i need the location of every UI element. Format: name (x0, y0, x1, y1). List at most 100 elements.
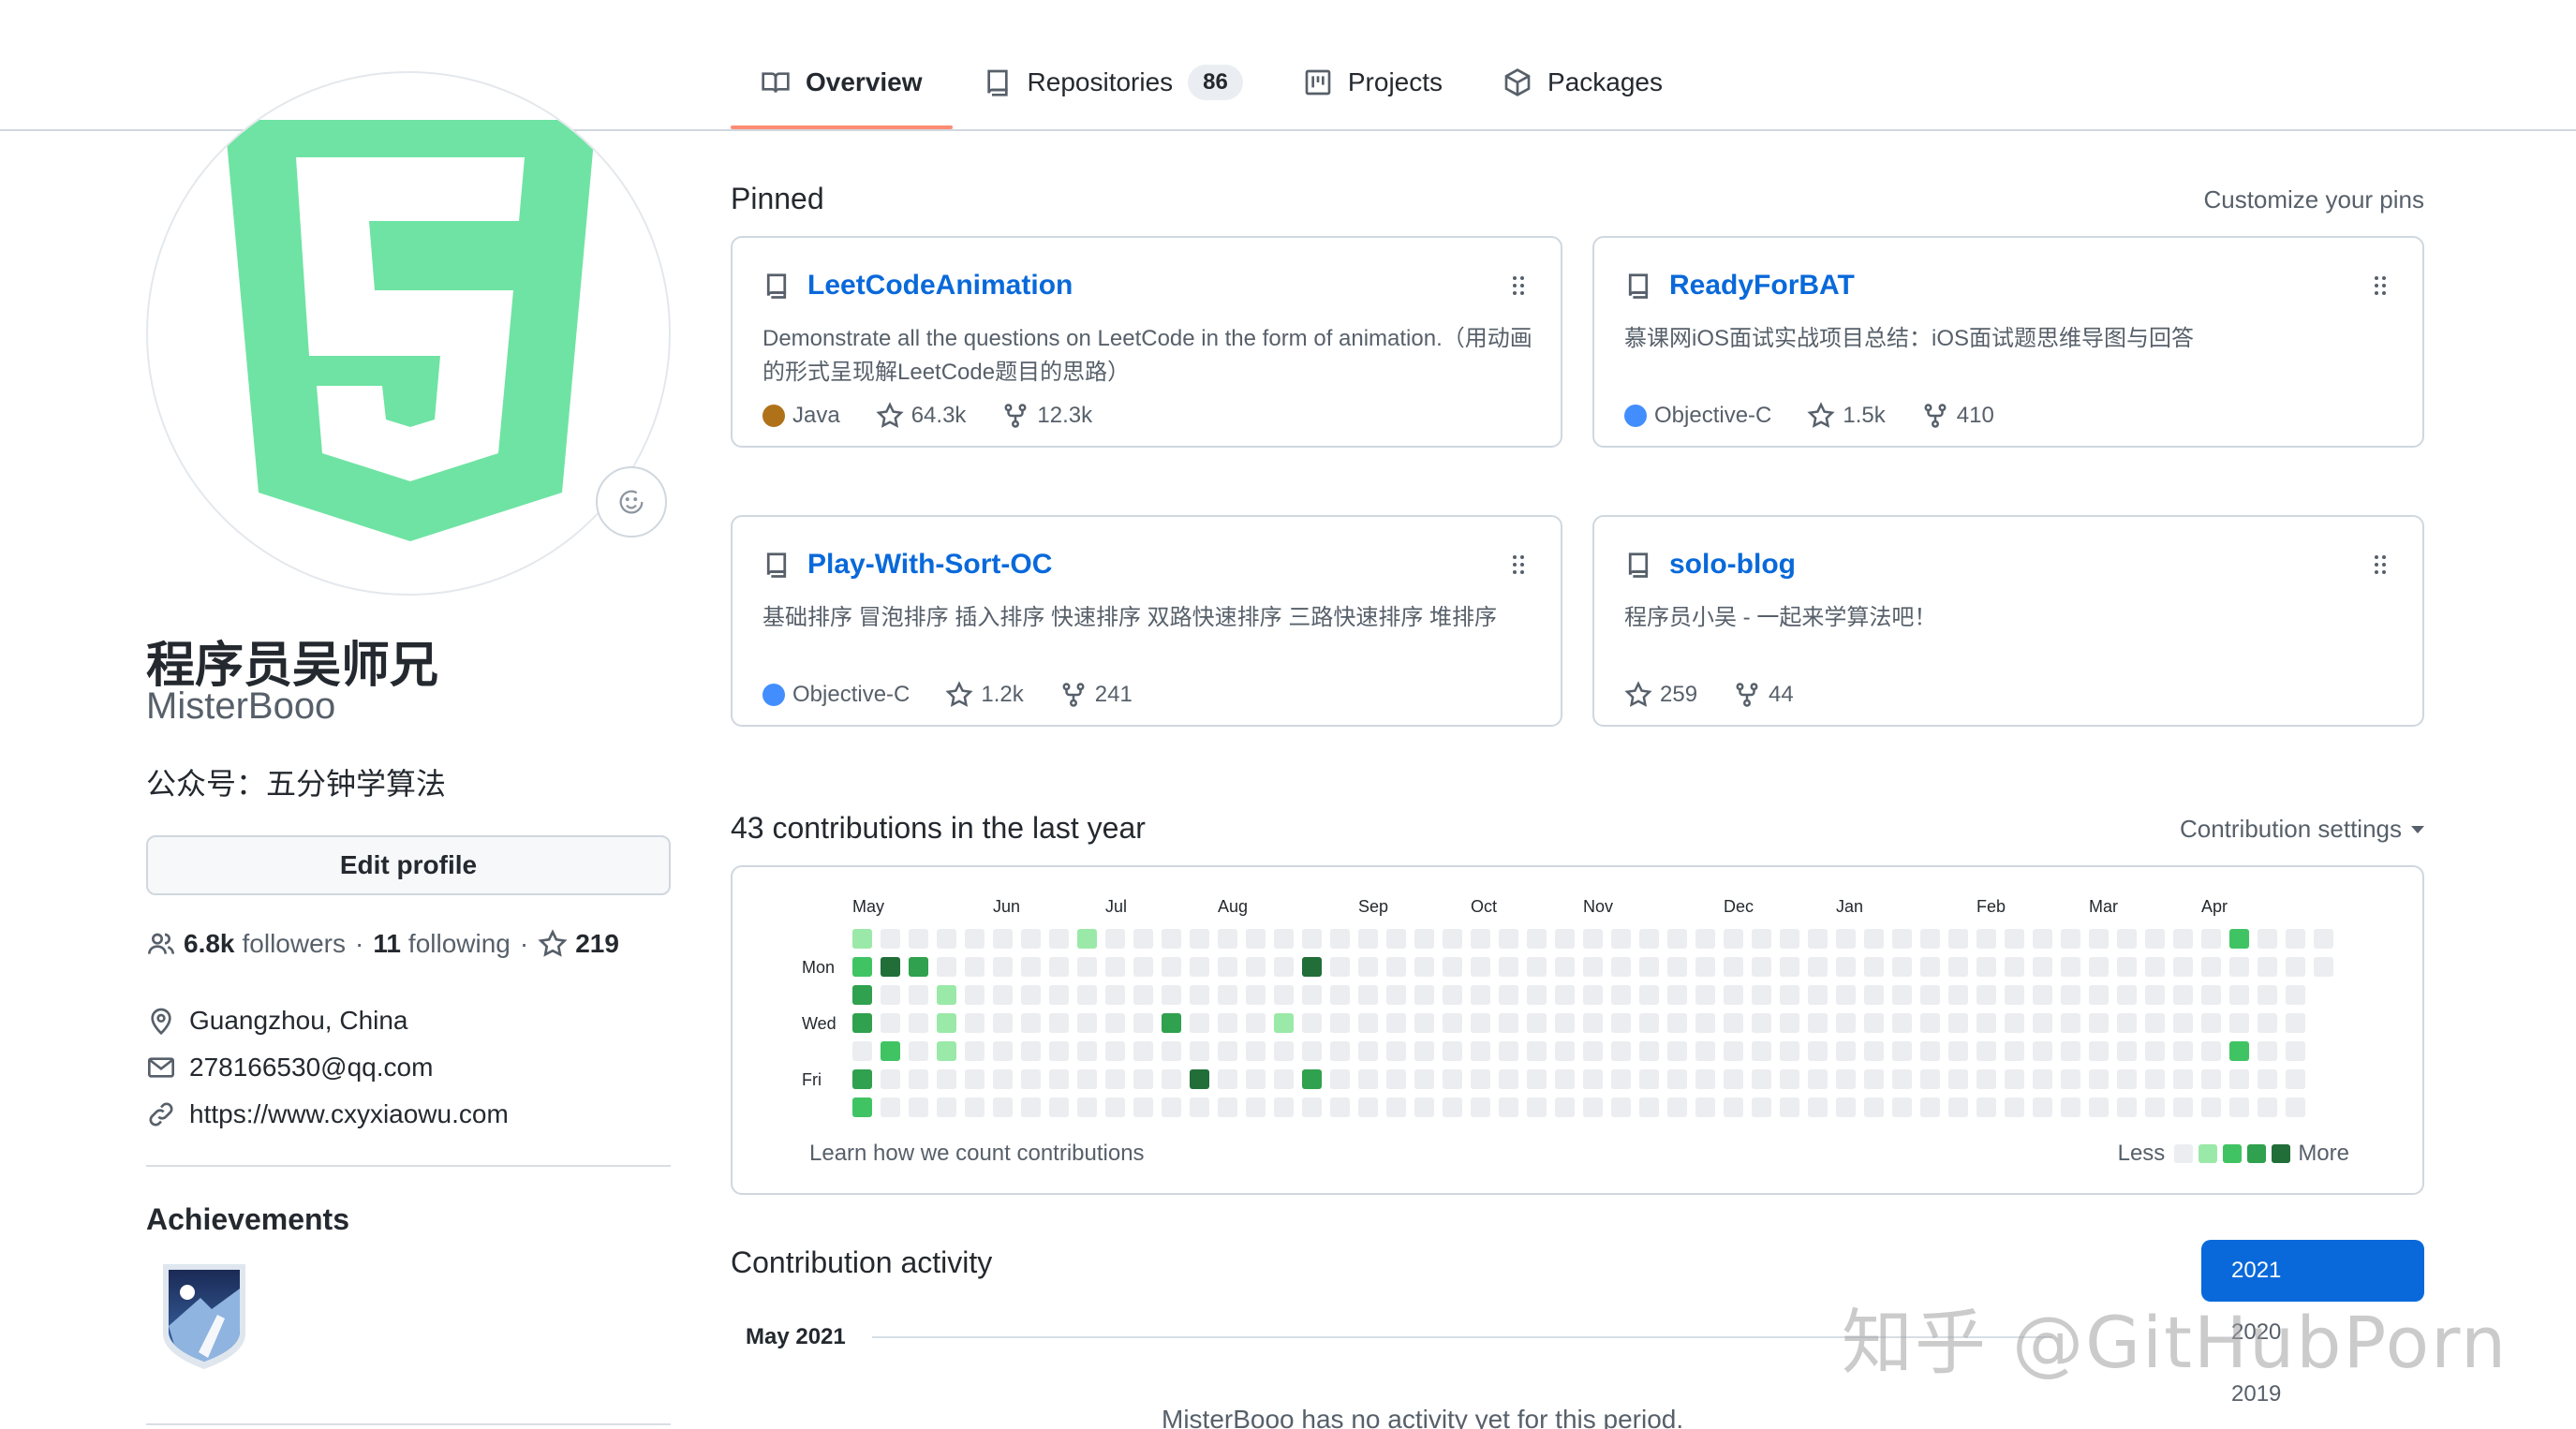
contribution-day-cell[interactable] (1892, 1041, 1912, 1061)
contribution-day-cell[interactable] (1049, 1041, 1069, 1061)
contribution-day-cell[interactable] (2145, 1041, 2165, 1061)
contribution-day-cell[interactable] (1527, 929, 1547, 949)
contribution-day-cell[interactable] (1049, 1098, 1069, 1117)
followers-label[interactable]: followers (243, 929, 346, 959)
contribution-day-cell[interactable] (852, 957, 872, 977)
contribution-day-cell[interactable] (1330, 929, 1350, 949)
repo-stars-link[interactable]: 1.5k (1807, 402, 1886, 430)
contribution-day-cell[interactable] (965, 1098, 985, 1117)
contribution-day-cell[interactable] (1836, 929, 1856, 949)
contribution-day-cell[interactable] (1414, 1098, 1434, 1117)
contribution-day-cell[interactable] (1948, 1069, 1968, 1089)
contribution-day-cell[interactable] (909, 957, 928, 977)
contribution-day-cell[interactable] (2229, 1041, 2249, 1061)
contribution-day-cell[interactable] (909, 1013, 928, 1033)
stars-count[interactable]: 219 (575, 929, 619, 959)
contribution-day-cell[interactable] (1527, 985, 1547, 1005)
contribution-day-cell[interactable] (1386, 985, 1406, 1005)
followers-count[interactable]: 6.8k (184, 929, 235, 959)
contribution-day-cell[interactable] (1752, 957, 1771, 977)
contribution-day-cell[interactable] (1892, 929, 1912, 949)
contribution-day-cell[interactable] (2061, 1041, 2080, 1061)
contribution-day-cell[interactable] (1499, 1013, 1518, 1033)
contribution-day-cell[interactable] (1976, 957, 1996, 977)
contribution-day-cell[interactable] (1583, 1013, 1603, 1033)
contribution-day-cell[interactable] (1162, 985, 1181, 1005)
contribution-day-cell[interactable] (1836, 985, 1856, 1005)
contribution-day-cell[interactable] (2061, 985, 2080, 1005)
contribution-day-cell[interactable] (2201, 1013, 2221, 1033)
contribution-day-cell[interactable] (2173, 929, 2193, 949)
drag-handle-icon[interactable] (1512, 275, 1525, 296)
contribution-day-cell[interactable] (1471, 1013, 1490, 1033)
contribution-day-cell[interactable] (1471, 957, 1490, 977)
contribution-day-cell[interactable] (1274, 985, 1294, 1005)
contribution-day-cell[interactable] (1162, 1098, 1181, 1117)
contribution-day-cell[interactable] (2005, 929, 2024, 949)
contribution-day-cell[interactable] (1133, 985, 1153, 1005)
contribution-day-cell[interactable] (1358, 985, 1378, 1005)
repo-forks-link[interactable]: 241 (1059, 681, 1133, 709)
contribution-day-cell[interactable] (1724, 957, 1743, 977)
contribution-day-cell[interactable] (1499, 957, 1518, 977)
contribution-day-cell[interactable] (1667, 957, 1687, 977)
contribution-day-cell[interactable] (1667, 1069, 1687, 1089)
contribution-day-cell[interactable] (2314, 957, 2333, 977)
contribution-day-cell[interactable] (1752, 929, 1771, 949)
contribution-day-cell[interactable] (1021, 1041, 1041, 1061)
contribution-day-cell[interactable] (1246, 957, 1266, 977)
contribution-day-cell[interactable] (1892, 1013, 1912, 1033)
contribution-day-cell[interactable] (1836, 1098, 1856, 1117)
contribution-day-cell[interactable] (1414, 929, 1434, 949)
contribution-day-cell[interactable] (1976, 929, 1996, 949)
contribution-day-cell[interactable] (1330, 1041, 1350, 1061)
year-link-2020[interactable]: 2020 (2201, 1302, 2424, 1363)
contribution-day-cell[interactable] (852, 929, 872, 949)
tab-overview[interactable]: Overview (731, 47, 953, 129)
contribution-settings-dropdown[interactable]: Contribution settings (2180, 815, 2424, 844)
tab-packages[interactable]: Packages (1473, 47, 1693, 118)
contribution-day-cell[interactable] (1752, 1098, 1771, 1117)
arctic-vault-badge-icon[interactable] (155, 1260, 253, 1373)
contribution-day-cell[interactable] (909, 1041, 928, 1061)
repo-stars-link[interactable]: 259 (1624, 681, 1697, 709)
contribution-day-cell[interactable] (1639, 1041, 1659, 1061)
drag-handle-icon[interactable] (1512, 554, 1525, 575)
tab-projects[interactable]: Projects (1273, 47, 1473, 118)
contribution-day-cell[interactable] (1752, 1013, 1771, 1033)
following-count[interactable]: 11 (373, 929, 401, 959)
contribution-day-cell[interactable] (2089, 1041, 2109, 1061)
contribution-day-cell[interactable] (1611, 1041, 1631, 1061)
contribution-day-cell[interactable] (1780, 1041, 1799, 1061)
contribution-day-cell[interactable] (1976, 1098, 1996, 1117)
contribution-day-cell[interactable] (993, 929, 1013, 949)
contribution-day-cell[interactable] (1218, 929, 1237, 949)
repo-forks-link[interactable]: 12.3k (1001, 402, 1092, 430)
contribution-day-cell[interactable] (1948, 1098, 1968, 1117)
contribution-day-cell[interactable] (2173, 1041, 2193, 1061)
contribution-day-cell[interactable] (2033, 1013, 2052, 1033)
contribution-day-cell[interactable] (2089, 1069, 2109, 1089)
contribution-day-cell[interactable] (1752, 1041, 1771, 1061)
contribution-day-cell[interactable] (1105, 929, 1125, 949)
contribution-day-cell[interactable] (965, 985, 985, 1005)
contribution-day-cell[interactable] (2229, 985, 2249, 1005)
contribution-day-cell[interactable] (2201, 1069, 2221, 1089)
contribution-day-cell[interactable] (1302, 1013, 1322, 1033)
contribution-day-cell[interactable] (1162, 1013, 1181, 1033)
contribution-day-cell[interactable] (1162, 957, 1181, 977)
contribution-day-cell[interactable] (1724, 1069, 1743, 1089)
contribution-day-cell[interactable] (1527, 957, 1547, 977)
contribution-day-cell[interactable] (852, 1098, 872, 1117)
contribution-day-cell[interactable] (1302, 1098, 1322, 1117)
contribution-day-cell[interactable] (1105, 1069, 1125, 1089)
contribution-day-cell[interactable] (1246, 985, 1266, 1005)
contribution-day-cell[interactable] (1330, 1069, 1350, 1089)
contribution-day-cell[interactable] (1752, 1069, 1771, 1089)
contribution-day-cell[interactable] (1780, 1098, 1799, 1117)
pinned-repo-name[interactable]: LeetCodeAnimation (807, 270, 1073, 302)
contribution-day-cell[interactable] (2117, 1069, 2137, 1089)
avatar[interactable] (146, 71, 671, 596)
contribution-day-cell[interactable] (2286, 1069, 2305, 1089)
contribution-day-cell[interactable] (965, 957, 985, 977)
